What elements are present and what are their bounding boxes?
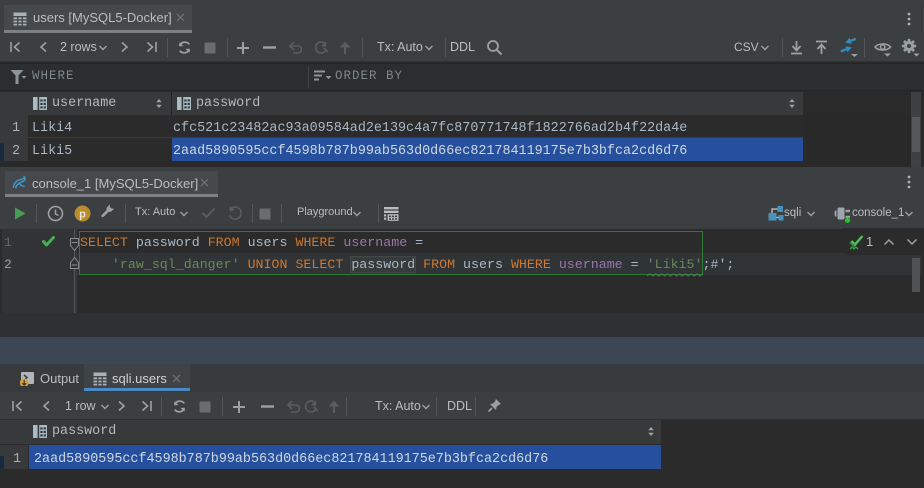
svg-text:p: p (79, 209, 86, 221)
